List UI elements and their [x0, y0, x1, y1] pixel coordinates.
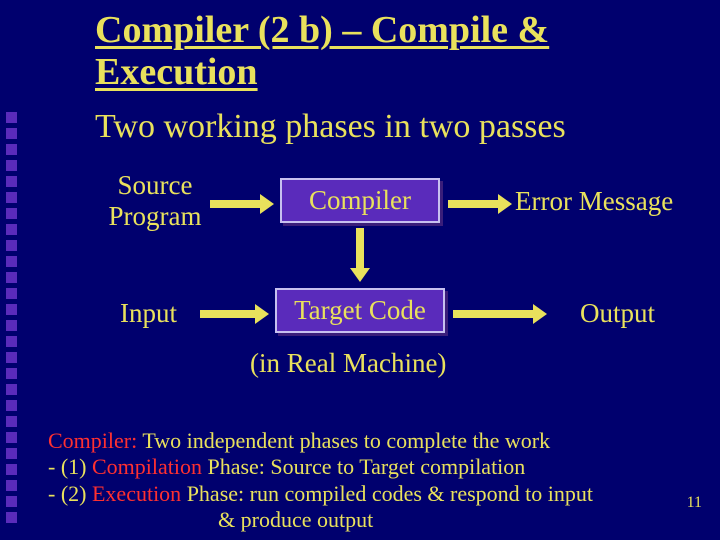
deco-square [6, 480, 17, 491]
flow-diagram: Source Program Compiler Error Message In… [60, 160, 690, 390]
deco-square [6, 176, 17, 187]
deco-square [6, 416, 17, 427]
deco-square [6, 304, 17, 315]
input-label: Input [120, 298, 177, 329]
footer-l3a: - (2) [48, 481, 92, 506]
output-label: Output [580, 298, 655, 329]
decorative-square-column [6, 112, 17, 523]
arrow-compiler-to-error [448, 200, 498, 208]
deco-square [6, 160, 17, 171]
deco-square [6, 368, 17, 379]
target-code-box: Target Code [275, 288, 445, 333]
real-machine-caption: (in Real Machine) [250, 348, 446, 379]
compiler-box-label: Compiler [309, 185, 411, 216]
deco-square [6, 272, 17, 283]
footer-l2a: - (1) [48, 454, 92, 479]
error-message-label: Error Message [515, 186, 673, 217]
compiler-box: Compiler [280, 178, 440, 223]
deco-square [6, 288, 17, 299]
deco-square [6, 496, 17, 507]
slide-subtitle: Two working phases in two passes [95, 108, 566, 146]
arrow-input-to-target [200, 310, 255, 318]
deco-square [6, 432, 17, 443]
footer-line-4: & produce output [48, 507, 688, 533]
deco-square [6, 112, 17, 123]
footer-notes: Compiler: Two independent phases to comp… [48, 428, 688, 534]
deco-square [6, 512, 17, 523]
deco-square [6, 240, 17, 251]
footer-l2b: Phase: Source to Target compilation [202, 454, 525, 479]
footer-line-1: Compiler: Two independent phases to comp… [48, 428, 688, 454]
deco-square [6, 448, 17, 459]
footer-l3b: Phase: run compiled codes & respond to i… [181, 481, 593, 506]
deco-square [6, 224, 17, 235]
source-program-label: Source Program [100, 170, 210, 232]
deco-square [6, 128, 17, 139]
footer-l2red: Compilation [92, 454, 202, 479]
target-code-label: Target Code [294, 295, 426, 326]
footer-lead-red: Compiler: [48, 428, 137, 453]
deco-square [6, 352, 17, 363]
source-line1: Source [118, 170, 193, 200]
footer-lead-rest: Two independent phases to complete the w… [137, 428, 550, 453]
footer-l3red: Execution [92, 481, 181, 506]
deco-square [6, 320, 17, 331]
arrow-compiler-to-target [356, 228, 364, 268]
arrow-source-to-compiler [210, 200, 260, 208]
footer-line-2: - (1) Compilation Phase: Source to Targe… [48, 454, 688, 480]
deco-square [6, 384, 17, 395]
page-number: 11 [687, 494, 702, 512]
slide-title: Compiler (2 b) – Compile & Execution [95, 10, 655, 94]
arrow-target-to-output [453, 310, 533, 318]
deco-square [6, 256, 17, 267]
footer-line-3: - (2) Execution Phase: run compiled code… [48, 481, 688, 507]
source-line2: Program [109, 201, 202, 231]
deco-square [6, 144, 17, 155]
deco-square [6, 208, 17, 219]
deco-square [6, 336, 17, 347]
deco-square [6, 192, 17, 203]
deco-square [6, 400, 17, 411]
deco-square [6, 464, 17, 475]
